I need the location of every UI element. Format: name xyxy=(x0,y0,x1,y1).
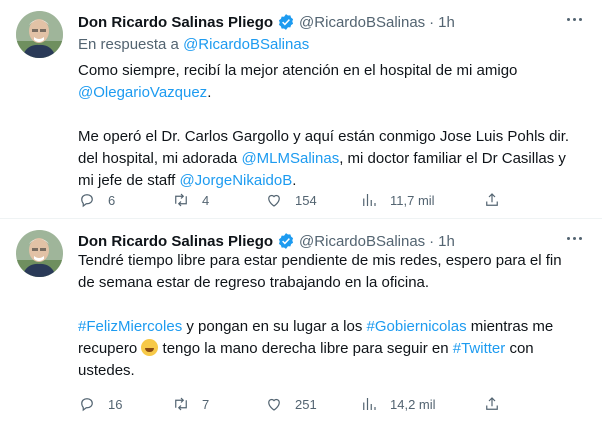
views-chart-icon xyxy=(363,194,376,206)
tweet-header: Don Ricardo Salinas Pliego @RicardoBSali… xyxy=(78,12,455,32)
author-handle[interactable]: @RicardoBSalinas xyxy=(299,14,425,31)
tweet-header: Don Ricardo Salinas Pliego @RicardoBSali… xyxy=(78,231,455,251)
share-icon xyxy=(486,193,498,206)
tweet-text: Tendré tiempo libre para estar pendiente… xyxy=(78,250,578,382)
reply-prefix: En respuesta a xyxy=(78,36,179,53)
like-count: 251 xyxy=(295,396,317,412)
separator-dot: · xyxy=(429,232,435,250)
avatar[interactable] xyxy=(16,11,63,58)
like-button[interactable]: 251 xyxy=(265,395,317,413)
tweet[interactable]: Don Ricardo Salinas Pliego @RicardoBSali… xyxy=(0,219,602,421)
reply-count: 16 xyxy=(108,396,123,412)
more-options-icon[interactable] xyxy=(564,233,584,243)
retweet-icon xyxy=(175,397,187,411)
separator-dot: · xyxy=(429,13,435,31)
author-handle[interactable]: @RicardoBSalinas xyxy=(299,233,425,250)
more-options-icon[interactable] xyxy=(564,14,584,24)
heart-icon xyxy=(268,194,280,207)
reply-button[interactable]: 16 xyxy=(78,395,122,413)
text-segment: . xyxy=(292,172,297,189)
reply-handle-link[interactable]: @RicardoBSalinas xyxy=(183,36,309,53)
retweet-button[interactable]: 7 xyxy=(172,395,209,413)
retweet-count: 7 xyxy=(202,396,210,412)
like-button[interactable]: 154 xyxy=(265,191,317,209)
tweet-actions: 16 7 251 14,2 mil xyxy=(78,394,508,414)
views-button[interactable]: 11,7 mil xyxy=(360,191,435,209)
text-segment: . xyxy=(207,84,212,101)
reply-count: 6 xyxy=(108,192,116,208)
tears-of-joy-emoji-icon xyxy=(141,339,159,356)
text-segment: y pongan en su lugar a los xyxy=(186,318,363,335)
mention-link[interactable]: @OlegarioVazquez xyxy=(78,84,207,101)
reply-icon xyxy=(81,194,93,208)
retweet-icon xyxy=(175,193,187,207)
timestamp[interactable]: 1h xyxy=(438,14,455,31)
retweet-count: 4 xyxy=(202,192,210,208)
text-segment: Tendré tiempo libre para estar pendiente… xyxy=(78,252,562,291)
hashtag-link[interactable]: #FelizMiercoles xyxy=(78,318,182,335)
reply-icon xyxy=(81,398,93,412)
reply-button[interactable]: 6 xyxy=(78,191,115,209)
heart-icon xyxy=(268,398,280,411)
author-name[interactable]: Don Ricardo Salinas Pliego xyxy=(78,233,273,250)
view-count: 14,2 mil xyxy=(390,396,436,412)
hashtag-link[interactable]: #Gobiernicolas xyxy=(367,318,467,335)
verified-badge-icon xyxy=(278,233,294,249)
retweet-button[interactable]: 4 xyxy=(172,191,209,209)
reply-context: En respuesta a @RicardoBSalinas xyxy=(78,36,309,53)
mention-link[interactable]: @JorgeNikaidoB xyxy=(179,172,292,189)
mention-link[interactable]: @MLMSalinas xyxy=(241,150,339,167)
view-count: 11,7 mil xyxy=(390,192,435,208)
avatar[interactable] xyxy=(16,230,63,277)
tweet-text: Como siempre, recibí la mejor atención e… xyxy=(78,60,578,192)
share-button[interactable] xyxy=(483,395,501,413)
text-segment: Como siempre, recibí la mejor atención e… xyxy=(78,62,518,79)
tweet-actions: 6 4 154 11,7 mil xyxy=(78,190,508,210)
verified-badge-icon xyxy=(278,14,294,30)
timestamp[interactable]: 1h xyxy=(438,233,455,250)
hashtag-link[interactable]: #Twitter xyxy=(453,340,506,357)
share-icon xyxy=(486,397,498,410)
share-button[interactable] xyxy=(483,191,501,209)
tweet[interactable]: Don Ricardo Salinas Pliego @RicardoBSali… xyxy=(0,0,602,219)
views-chart-icon xyxy=(363,398,376,410)
text-segment: tengo la mano derecha libre para seguir … xyxy=(162,340,449,357)
author-name[interactable]: Don Ricardo Salinas Pliego xyxy=(78,14,273,31)
views-button[interactable]: 14,2 mil xyxy=(360,395,436,413)
like-count: 154 xyxy=(295,192,317,208)
